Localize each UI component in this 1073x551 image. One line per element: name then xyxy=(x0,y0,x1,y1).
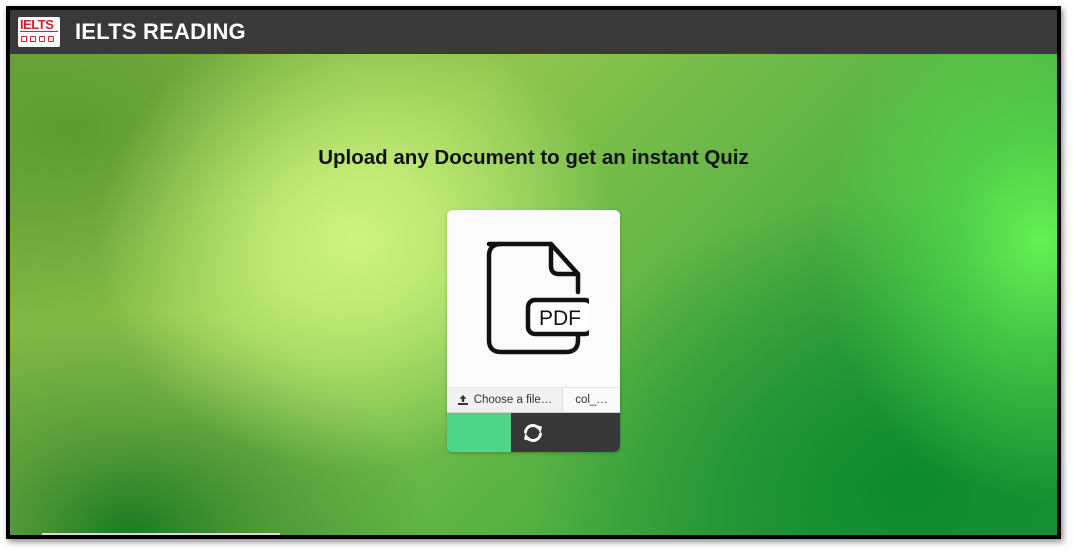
reading-icon xyxy=(30,36,36,42)
submit-button[interactable] xyxy=(447,413,511,452)
logo-underline xyxy=(20,31,58,32)
app-screen: IELTS IELTS READING Upload any Document … xyxy=(10,10,1057,535)
pdf-file-icon: PDF xyxy=(486,241,589,355)
upload-card: PDF Choose a file… col_… xyxy=(447,210,620,452)
speaking-icon xyxy=(48,36,54,42)
ielts-logo[interactable]: IELTS xyxy=(18,17,60,47)
logo-skill-icons xyxy=(21,36,58,44)
listening-icon xyxy=(21,36,27,42)
page-headline: Upload any Document to get an instant Qu… xyxy=(318,146,749,169)
bottom-progress-line xyxy=(42,533,280,535)
file-input-row: Choose a file… col_… xyxy=(447,387,620,413)
action-buttons xyxy=(447,413,620,452)
choose-file-label: Choose a file… xyxy=(473,394,553,406)
convert-button[interactable] xyxy=(511,413,620,452)
top-navbar: IELTS IELTS READING xyxy=(10,10,1057,54)
upload-icon xyxy=(457,394,469,406)
app-title[interactable]: IELTS READING xyxy=(75,19,246,45)
selected-file-name: col_… xyxy=(563,388,620,412)
app-frame: IELTS IELTS READING Upload any Document … xyxy=(6,6,1061,539)
file-preview-area: PDF xyxy=(447,210,620,387)
choose-file-button[interactable]: Choose a file… xyxy=(447,388,563,412)
writing-icon xyxy=(39,36,45,42)
refresh-icon xyxy=(524,423,542,442)
pdf-label: PDF xyxy=(539,307,581,330)
logo-text: IELTS xyxy=(20,17,54,32)
